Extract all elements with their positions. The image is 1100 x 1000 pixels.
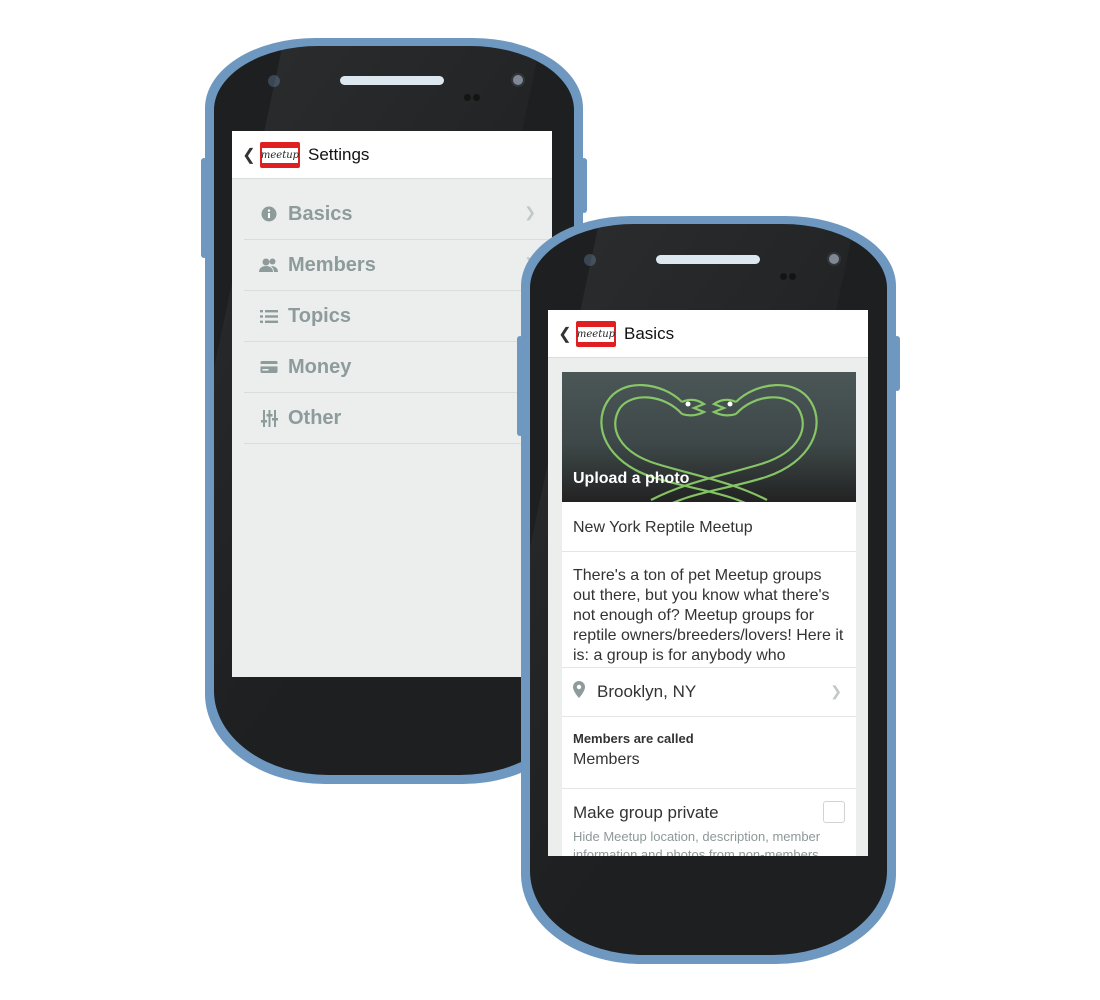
front-camera-icon xyxy=(584,254,596,266)
meetup-logo: meetup xyxy=(260,141,300,168)
basics-form: Upload a photo New York Reptile Meetup T… xyxy=(562,372,856,856)
phone-side-button-left xyxy=(201,158,207,258)
private-group-label: Make group private xyxy=(573,803,719,822)
phone-side-button-right xyxy=(581,158,587,213)
location-pin-icon xyxy=(573,681,585,703)
phone-basics: ❮ meetup Basics Upload a photo New York … xyxy=(517,216,900,964)
private-group-row: Make group private Hide Meetup location,… xyxy=(562,789,856,856)
settings-screen: ❮ meetup Settings Basics ❯ Members ❯ xyxy=(232,131,552,677)
chevron-right-icon: ❯ xyxy=(830,683,842,699)
phone-side-button-right xyxy=(894,336,900,391)
app-bar: ❮ meetup Basics xyxy=(548,310,868,358)
settings-item-label: Other xyxy=(288,406,342,429)
private-group-hint: Hide Meetup location, description, membe… xyxy=(573,829,823,856)
settings-item-label: Topics xyxy=(288,304,351,327)
sensor-icon xyxy=(464,94,471,101)
info-icon xyxy=(258,205,280,223)
location-row[interactable]: Brooklyn, NY ❯ xyxy=(562,668,856,717)
group-photo[interactable]: Upload a photo xyxy=(562,372,856,502)
app-bar: ❮ meetup Settings xyxy=(232,131,552,179)
back-chevron-icon[interactable]: ❮ xyxy=(238,145,260,165)
settings-item-money[interactable]: Money xyxy=(244,342,552,393)
card-icon xyxy=(258,358,280,376)
list-icon xyxy=(258,307,280,325)
camera-lens-icon xyxy=(827,252,841,266)
private-group-checkbox[interactable] xyxy=(823,801,845,823)
description-field[interactable]: There's a ton of pet Meetup groups out t… xyxy=(562,552,856,668)
earpiece-speaker xyxy=(656,255,760,264)
earpiece-speaker xyxy=(340,76,444,85)
group-name-field[interactable]: New York Reptile Meetup xyxy=(562,502,856,552)
settings-item-members[interactable]: Members ❯ xyxy=(244,240,552,291)
back-chevron-icon[interactable]: ❮ xyxy=(554,324,576,344)
location-label: Brooklyn, NY xyxy=(597,682,697,701)
settings-item-topics[interactable]: Topics ❯ xyxy=(244,291,552,342)
members-called-field[interactable]: Members are called Members xyxy=(562,717,856,789)
settings-list: Basics ❯ Members ❯ Topics ❯ xyxy=(244,189,552,444)
basics-screen: ❮ meetup Basics Upload a photo New York … xyxy=(548,310,868,856)
upload-photo-label[interactable]: Upload a photo xyxy=(573,470,689,488)
sensor-icon xyxy=(473,94,480,101)
page-title: Settings xyxy=(308,144,370,164)
sensor-icon xyxy=(789,273,796,280)
camera-lens-icon xyxy=(511,73,525,87)
sliders-icon xyxy=(258,409,280,427)
members-called-value: Members xyxy=(573,751,640,768)
phone-side-button-left xyxy=(517,336,523,436)
front-camera-icon xyxy=(268,75,280,87)
meetup-logo: meetup xyxy=(576,320,616,347)
members-called-label: Members are called xyxy=(573,731,694,746)
settings-item-label: Basics xyxy=(288,202,353,225)
settings-item-label: Members xyxy=(288,253,376,276)
settings-item-label: Money xyxy=(288,355,352,378)
sensor-icon xyxy=(780,273,787,280)
people-icon xyxy=(258,256,280,274)
settings-item-basics[interactable]: Basics ❯ xyxy=(244,189,552,240)
settings-item-other[interactable]: Other xyxy=(244,393,552,444)
page-title: Basics xyxy=(624,323,675,343)
